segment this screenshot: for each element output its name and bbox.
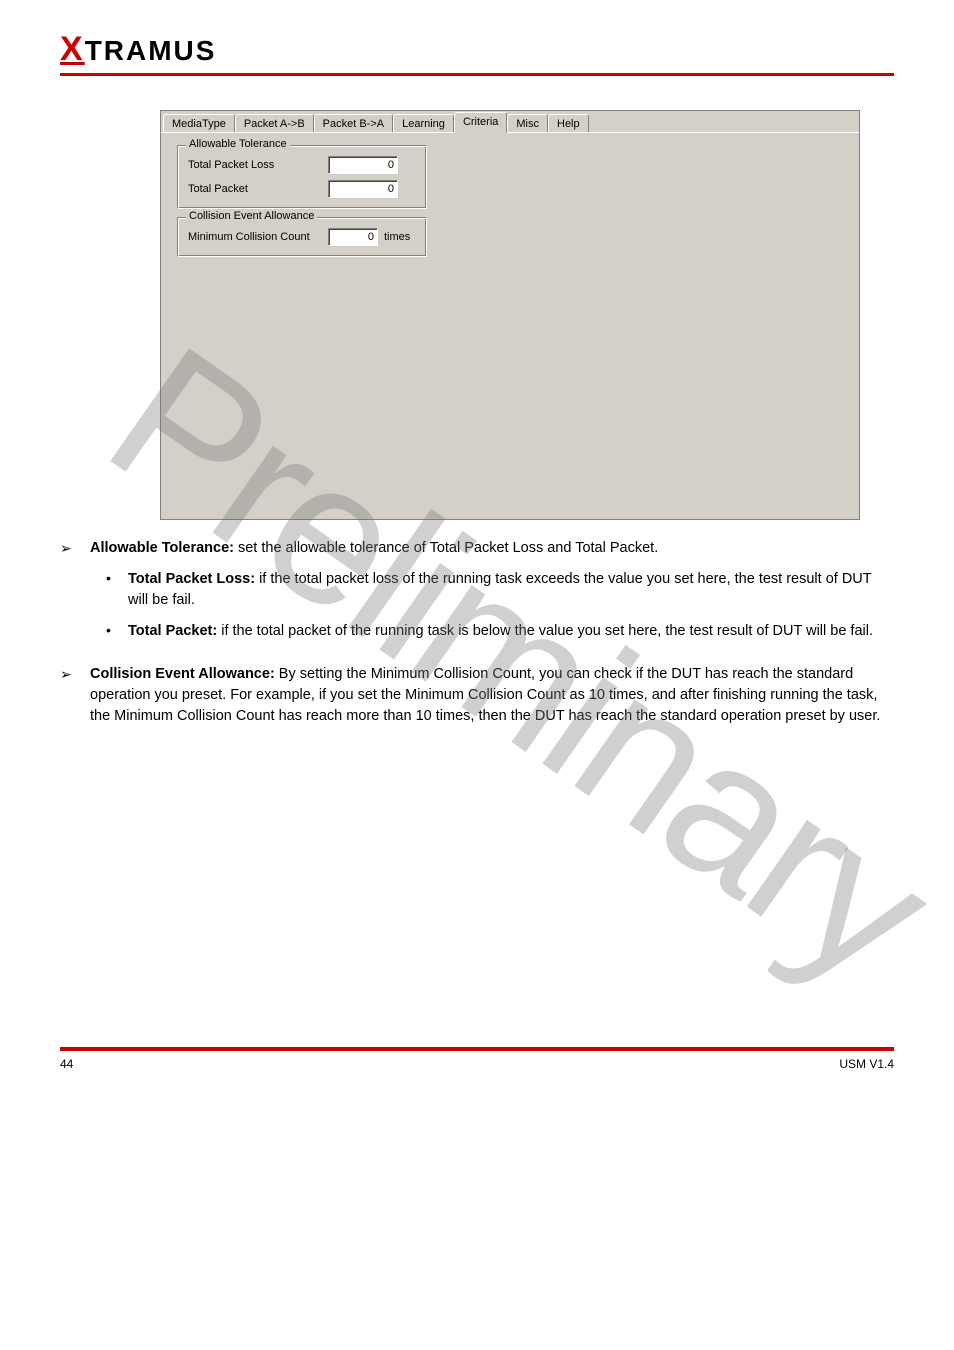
footer: 44 USM V1.4: [60, 1047, 894, 1071]
tab-packet-b-a[interactable]: Packet B->A: [314, 114, 393, 133]
label-bullet-total-packet-loss: Total Packet Loss:: [128, 571, 255, 587]
document-body: ➢ Allowable Tolerance: set the allowable…: [60, 538, 894, 727]
heading-allowable-tolerance: Allowable Tolerance:: [90, 540, 234, 556]
tab-learning[interactable]: Learning: [393, 114, 454, 133]
tab-packet-a-b[interactable]: Packet A->B: [235, 114, 314, 133]
bullet-icon: •: [106, 621, 128, 642]
tab-panel-criteria: Allowable Tolerance Total Packet Loss To…: [161, 132, 859, 518]
arrow-icon: ➢: [60, 664, 90, 727]
label-bullet-total-packet: Total Packet:: [128, 623, 217, 639]
legend-collision-event-allowance: Collision Event Allowance: [186, 210, 317, 222]
text-allowable-tolerance-intro: set the allowable tolerance of Total Pac…: [234, 540, 658, 556]
heading-collision-event-allowance: Collision Event Allowance:: [90, 666, 275, 682]
input-minimum-collision-count[interactable]: [328, 228, 378, 246]
text-bullet-total-packet: if the total packet of the running task …: [217, 623, 873, 639]
tab-mediatype[interactable]: MediaType: [163, 114, 235, 133]
input-total-packet-loss[interactable]: [328, 156, 398, 174]
input-total-packet[interactable]: [328, 180, 398, 198]
header-divider: [60, 73, 894, 76]
label-total-packet-loss: Total Packet Loss: [188, 159, 328, 171]
groupbox-collision-event-allowance: Collision Event Allowance Minimum Collis…: [177, 217, 427, 257]
logo-x: X: [60, 30, 85, 69]
logo-rest: TRAMUS: [85, 35, 217, 66]
groupbox-allowable-tolerance: Allowable Tolerance Total Packet Loss To…: [177, 145, 427, 209]
logo: XTRAMUS: [60, 30, 894, 69]
label-minimum-collision-count: Minimum Collision Count: [188, 231, 328, 243]
footer-divider: [60, 1047, 894, 1051]
legend-allowable-tolerance: Allowable Tolerance: [186, 138, 290, 150]
tab-misc[interactable]: Misc: [507, 114, 548, 133]
arrow-icon: ➢: [60, 538, 90, 559]
tab-criteria[interactable]: Criteria: [454, 112, 507, 133]
label-total-packet: Total Packet: [188, 183, 328, 195]
footer-version: USM V1.4: [839, 1057, 894, 1071]
tab-bar: MediaType Packet A->B Packet B->A Learni…: [161, 111, 859, 133]
tab-help[interactable]: Help: [548, 114, 589, 133]
criteria-dialog: MediaType Packet A->B Packet B->A Learni…: [160, 110, 860, 520]
footer-page-number: 44: [60, 1057, 73, 1071]
unit-times: times: [384, 231, 410, 243]
bullet-icon: •: [106, 569, 128, 611]
